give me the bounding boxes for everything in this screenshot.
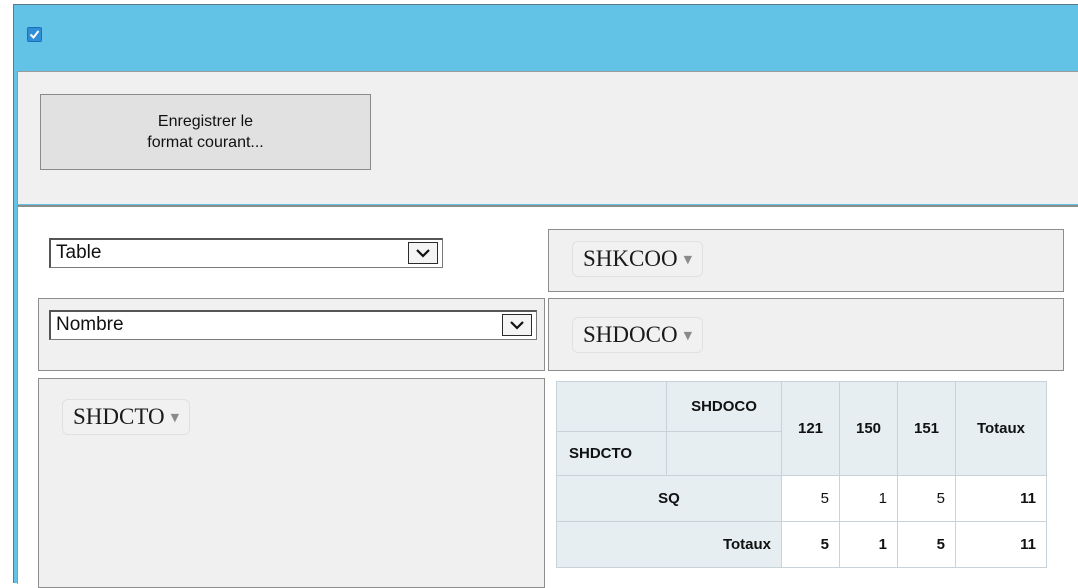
aggregator-select-value: Nombre (56, 314, 124, 335)
pivot-col-header: 151 (897, 381, 956, 476)
field-pill-label: SHDOCO (583, 322, 678, 347)
column-attributes-panel: SHDOCO ▼ (548, 298, 1064, 371)
pivot-col-total: 5 (897, 521, 956, 568)
triangle-down-icon[interactable]: ▼ (684, 329, 692, 342)
row-attributes-panel: SHDCTO ▼ (38, 378, 545, 588)
renderer-select[interactable]: Table (49, 238, 443, 268)
renderer-select-value: Table (56, 242, 102, 263)
pivot-grand-total: 11 (955, 521, 1047, 568)
aggregator-select[interactable]: Nombre (49, 310, 537, 340)
pivot-col-total: 1 (839, 521, 898, 568)
aggregator-panel: Nombre (38, 298, 545, 371)
triangle-down-icon[interactable]: ▼ (684, 253, 692, 266)
unused-attributes-panel: SHKCOO ▼ (548, 229, 1064, 292)
pivot-table: SHDOCO 121 150 151 Totaux SHDCTO SQ 5 1 … (556, 381, 1047, 568)
field-pill-shkcoo[interactable]: SHKCOO ▼ (572, 241, 704, 277)
pivot-col-attr-label: SHDOCO (666, 381, 782, 432)
pivot-empty-cell (666, 431, 782, 476)
field-pill-shdoco[interactable]: SHDOCO ▼ (572, 317, 704, 353)
title-bar (14, 5, 1078, 65)
field-pill-label: SHKCOO (583, 246, 678, 271)
pivot-col-total: 5 (781, 521, 840, 568)
pivot-row-attr-label: SHDCTO (556, 431, 667, 476)
pivot-totals-row-label: Totaux (556, 521, 782, 568)
pivot-corner-cell (556, 381, 667, 432)
app-check-icon (27, 27, 42, 42)
pivot-cell: 1 (839, 475, 898, 522)
pivot-totals-header: Totaux (955, 381, 1047, 476)
chevron-down-icon[interactable] (408, 242, 438, 264)
toolbar-area: Enregistrer le format courant... (17, 71, 1078, 204)
field-pill-shdcto[interactable]: SHDCTO ▼ (62, 399, 191, 435)
triangle-down-icon[interactable]: ▼ (171, 411, 179, 424)
pivot-cell: 5 (781, 475, 840, 522)
chevron-down-icon[interactable] (502, 314, 532, 336)
save-format-button[interactable]: Enregistrer le format courant... (40, 94, 371, 170)
pivot-col-header: 121 (781, 381, 840, 476)
pivot-row-label: SQ (556, 475, 782, 522)
pivot-row-total: 11 (955, 475, 1047, 522)
pivot-col-header: 150 (839, 381, 898, 476)
field-pill-label: SHDCTO (73, 404, 165, 429)
pivot-cell: 5 (897, 475, 956, 522)
